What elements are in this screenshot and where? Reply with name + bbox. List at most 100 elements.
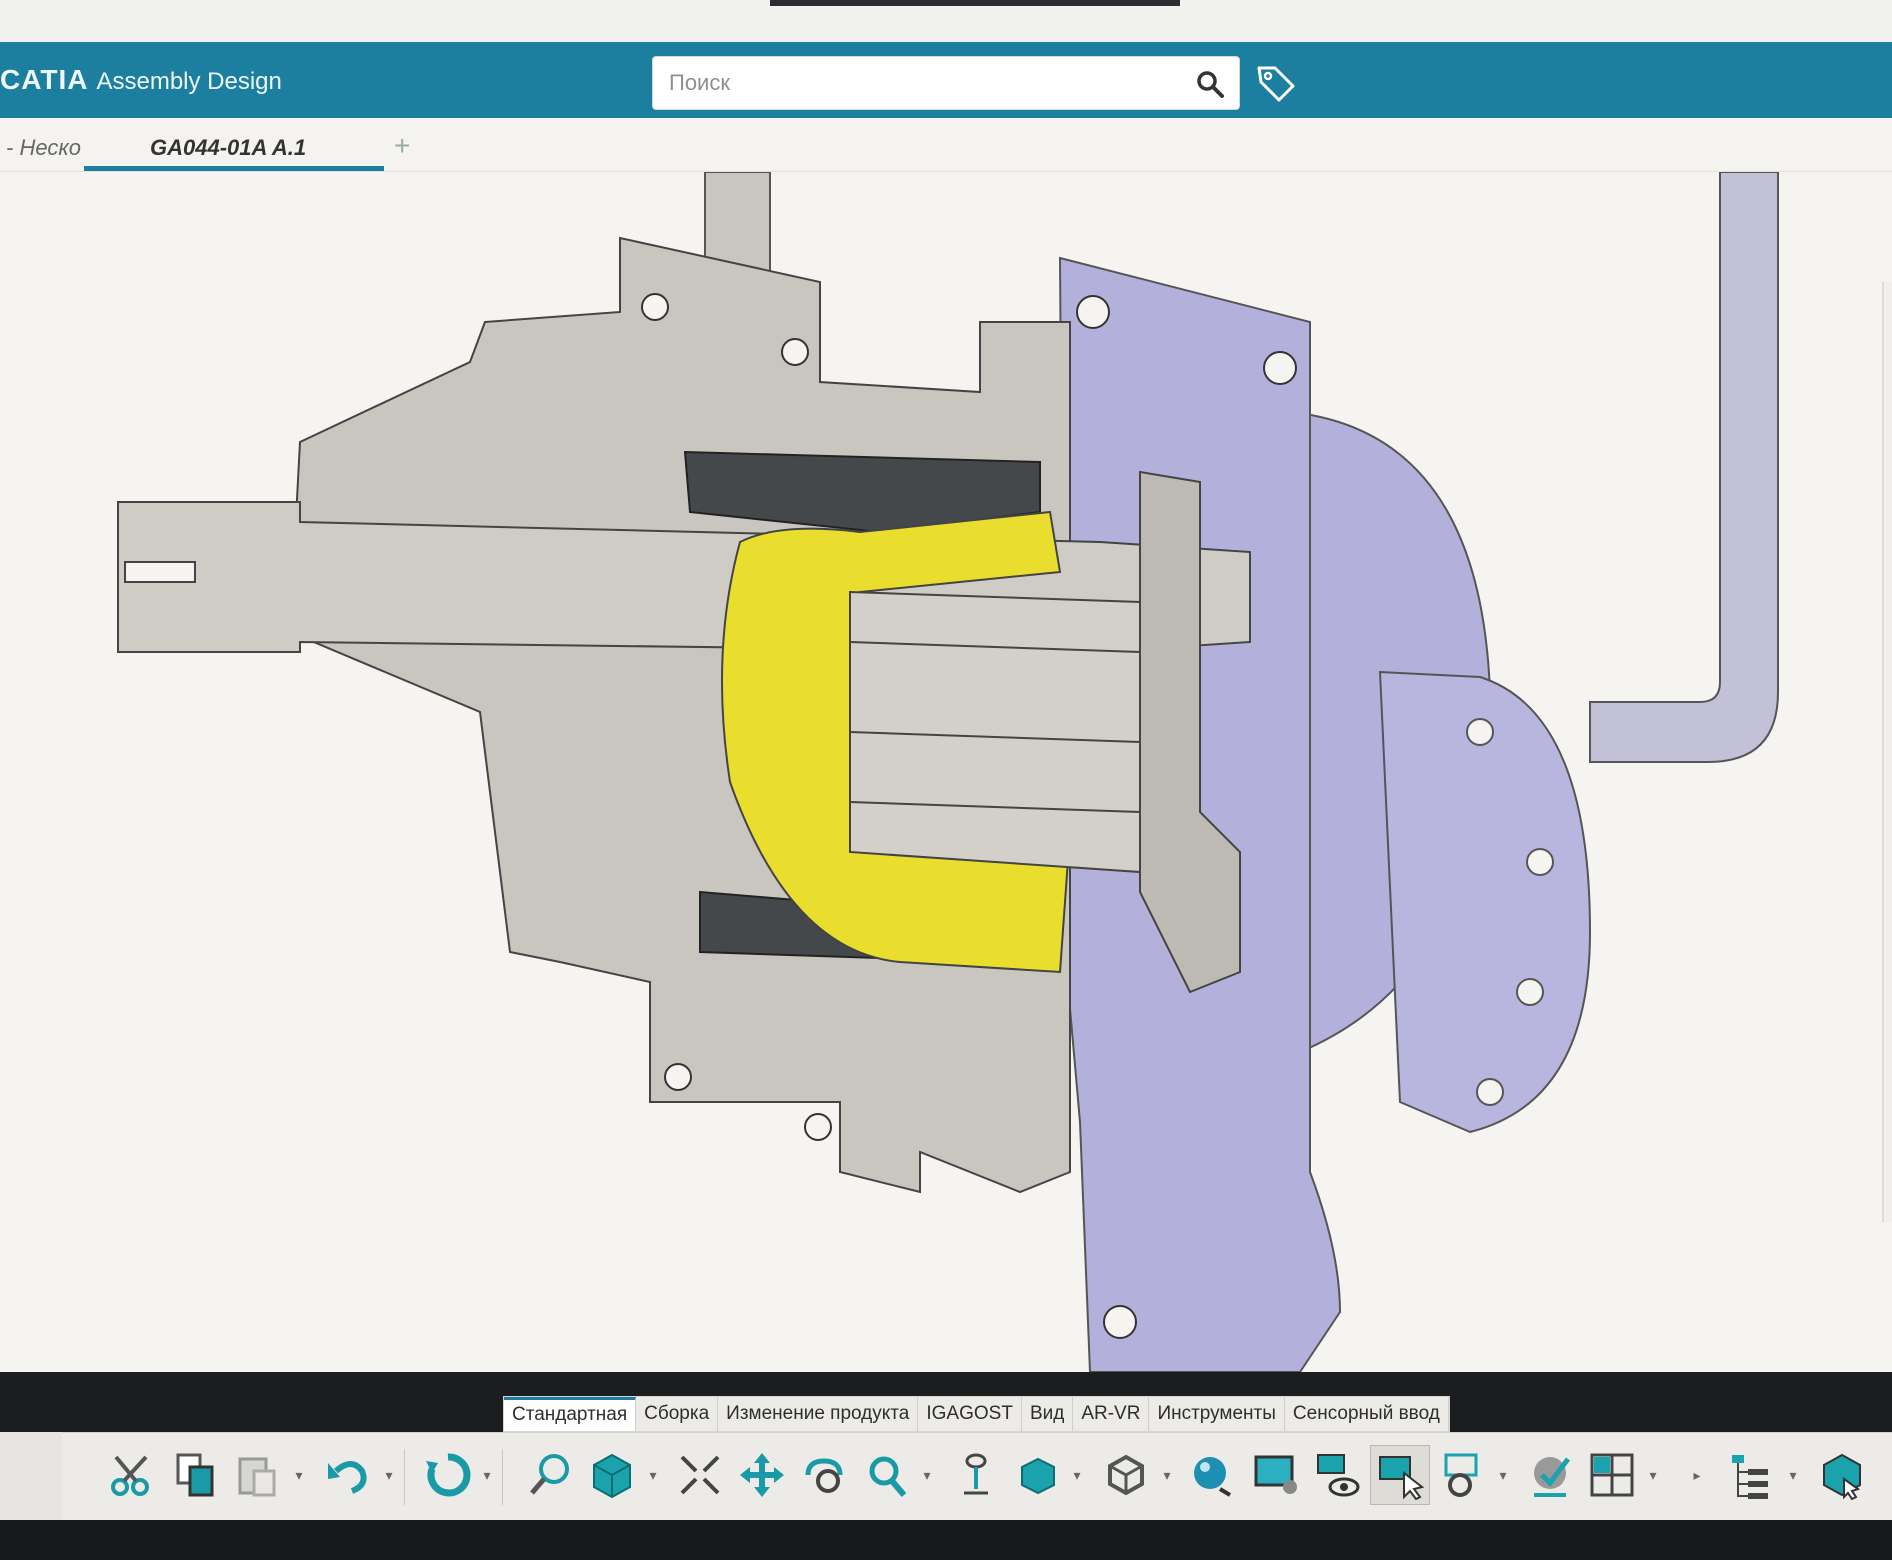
copy-button[interactable]: [166, 1445, 226, 1505]
hide-show-button[interactable]: [1308, 1445, 1368, 1505]
bolt-hole: [1263, 351, 1297, 385]
material-sphere-icon: [1194, 1457, 1232, 1497]
zoom-area-button[interactable]: [520, 1445, 580, 1505]
flange-hole: [1466, 718, 1494, 746]
bezel-strip: [770, 0, 1180, 6]
apply-material-icon: [1534, 1457, 1570, 1497]
render-style-dropdown[interactable]: ▾: [1160, 1465, 1174, 1485]
cut-button[interactable]: [102, 1445, 162, 1505]
tree-dropdown[interactable]: ▾: [1786, 1465, 1800, 1485]
update-button[interactable]: [418, 1445, 478, 1505]
normal-view-button[interactable]: [946, 1445, 1006, 1505]
undo-icon: [328, 1461, 367, 1494]
active-tab-underline: [84, 166, 384, 171]
pan-button[interactable]: [732, 1445, 792, 1505]
zoom-icon: [869, 1456, 907, 1497]
search-input[interactable]: [653, 57, 1183, 109]
render-style-button[interactable]: [1096, 1445, 1156, 1505]
drain-pipe: [1589, 172, 1779, 763]
monitor-bezel-top: [0, 0, 1892, 42]
cmd-tab-product-change[interactable]: Изменение продукта: [718, 1397, 919, 1431]
bolt-hole: [1076, 295, 1110, 329]
3d-viewport[interactable]: [0, 172, 1892, 1372]
flange-hole: [1526, 848, 1554, 876]
view-cube-dropdown[interactable]: ▾: [646, 1465, 660, 1485]
compass-button[interactable]: [1812, 1445, 1872, 1505]
pan-icon: [740, 1453, 784, 1497]
material-sphere-button[interactable]: [1182, 1445, 1242, 1505]
paste-button[interactable]: [228, 1445, 288, 1505]
tree-icon: [1732, 1455, 1768, 1499]
view-cube-button[interactable]: [582, 1445, 642, 1505]
flange-hole: [1476, 1078, 1504, 1106]
zoom-button[interactable]: [856, 1445, 916, 1505]
hide-show-icon: [1317, 1454, 1360, 1497]
cmd-tab-igagost[interactable]: IGAGOST: [918, 1397, 1022, 1431]
swap-visible-button[interactable]: [1434, 1445, 1494, 1505]
update-dropdown[interactable]: ▾: [480, 1465, 494, 1485]
shaft-keyway: [124, 561, 196, 583]
select-icon: [1379, 1456, 1425, 1501]
brand-name: CATIA: [0, 64, 89, 95]
cut-icon: [111, 1455, 149, 1496]
toolbar-more-arrow[interactable]: ▸: [1690, 1465, 1704, 1485]
zoom-dropdown[interactable]: ▾: [920, 1465, 934, 1485]
toolbar-separator: [404, 1449, 405, 1505]
multi-view-button[interactable]: [1582, 1445, 1642, 1505]
flange-hole: [1516, 978, 1544, 1006]
render-style-icon: [1108, 1454, 1144, 1496]
app-header: CATIA Assembly Design: [0, 42, 1892, 118]
cmd-tab-ar-vr[interactable]: AR-VR: [1073, 1397, 1150, 1431]
swap-visible-dropdown[interactable]: ▾: [1496, 1465, 1510, 1485]
monitor-bezel-bottom: [0, 1520, 1892, 1560]
bolt-hole: [804, 1113, 832, 1141]
cmd-tab-standard[interactable]: Стандартная: [504, 1397, 637, 1431]
command-tab-bar: Стандартная Сборка Изменение продукта IG…: [503, 1396, 1450, 1432]
select-button[interactable]: [1370, 1445, 1430, 1505]
viewport-side-panel-edge[interactable]: [1882, 282, 1892, 1222]
update-icon: [426, 1453, 471, 1497]
iso-view-button[interactable]: [1008, 1445, 1068, 1505]
paste-icon: [238, 1457, 276, 1497]
apply-material-button[interactable]: [1520, 1445, 1580, 1505]
compass-icon: [1823, 1453, 1861, 1501]
copy-icon: [176, 1453, 214, 1497]
paste-dropdown[interactable]: ▾: [292, 1465, 306, 1485]
pump-section-model[interactable]: [0, 172, 1892, 1372]
tab-active-document[interactable]: GA044-01A A.1: [150, 128, 306, 168]
toolbar-separator: [502, 1449, 503, 1505]
bolt-hole: [641, 293, 669, 321]
tab-previous-document[interactable]: - Неско: [6, 128, 81, 168]
cmd-tab-view[interactable]: Вид: [1022, 1397, 1074, 1431]
document-tabbar: - Неско GA044-01A A.1 +: [0, 118, 1892, 172]
action-toolbar: ▾ ▾ ▾ ▾ ▾ ▾ ▾ ▾ ▾ ▸ ▾: [62, 1432, 1892, 1520]
tree-button[interactable]: [1722, 1445, 1782, 1505]
iso-view-dropdown[interactable]: ▾: [1070, 1465, 1084, 1485]
rotate-button[interactable]: [794, 1445, 854, 1505]
capture-button[interactable]: [1246, 1445, 1306, 1505]
view-cube-icon: [593, 1453, 631, 1499]
iso-view-icon: [1021, 1457, 1055, 1495]
inner-sleeve: [849, 590, 1141, 874]
cmd-tab-tools[interactable]: Инструменты: [1149, 1397, 1285, 1431]
cmd-tab-assembly[interactable]: Сборка: [636, 1397, 719, 1431]
bolt-hole: [1103, 1305, 1137, 1339]
rotate-icon: [805, 1458, 843, 1493]
undo-button[interactable]: [318, 1445, 378, 1505]
search-box[interactable]: [652, 56, 1240, 110]
multi-view-icon: [1590, 1453, 1634, 1497]
fit-all-button[interactable]: [670, 1445, 730, 1505]
bolt-hole: [664, 1063, 692, 1091]
app-brand: CATIA Assembly Design: [0, 64, 282, 96]
search-icon[interactable]: [1195, 69, 1225, 99]
swap-visible-icon: [1444, 1453, 1478, 1497]
capture-icon: [1254, 1455, 1297, 1494]
tag-icon[interactable]: [1255, 62, 1297, 104]
normal-view-icon: [964, 1453, 988, 1495]
multi-view-dropdown[interactable]: ▾: [1646, 1465, 1660, 1485]
fit-all-icon: [680, 1455, 720, 1495]
add-tab-button[interactable]: +: [394, 126, 410, 166]
cmd-tab-touch-input[interactable]: Сенсорный ввод: [1285, 1397, 1449, 1431]
toolbar-left-edge: [0, 1432, 62, 1520]
undo-dropdown[interactable]: ▾: [382, 1465, 396, 1485]
